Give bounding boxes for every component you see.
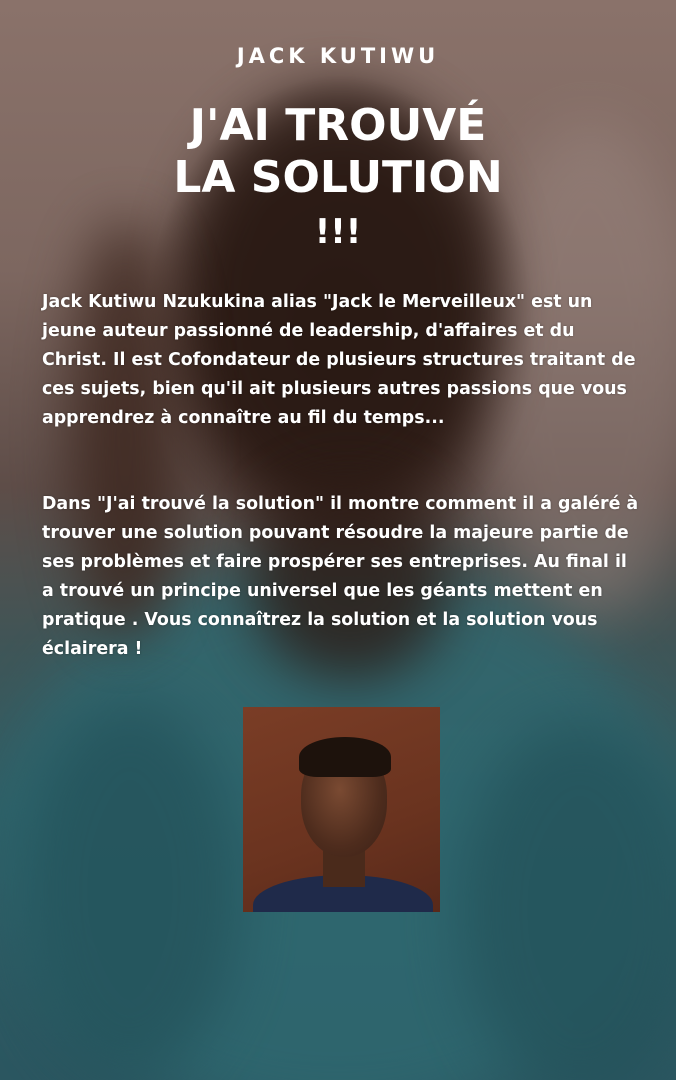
title-line-2: LA SOLUTION [173,152,503,203]
book-summary: Dans "J'ai trouvé la solution" il montre… [42,494,639,659]
author-bio: Jack Kutiwu Nzukukina alias "Jack le Mer… [42,292,636,428]
title-line-1: J'AI TROUVÉ [189,100,487,151]
back-cover: JACK KUTIWU J'AI TROUVÉ LA SOLUTION !!! … [0,0,676,1080]
author-photo [243,707,440,912]
author-name: JACK KUTIWU [236,44,440,68]
book-title: J'AI TROUVÉ LA SOLUTION [0,100,676,204]
title-exclamation: !!! [314,212,362,252]
